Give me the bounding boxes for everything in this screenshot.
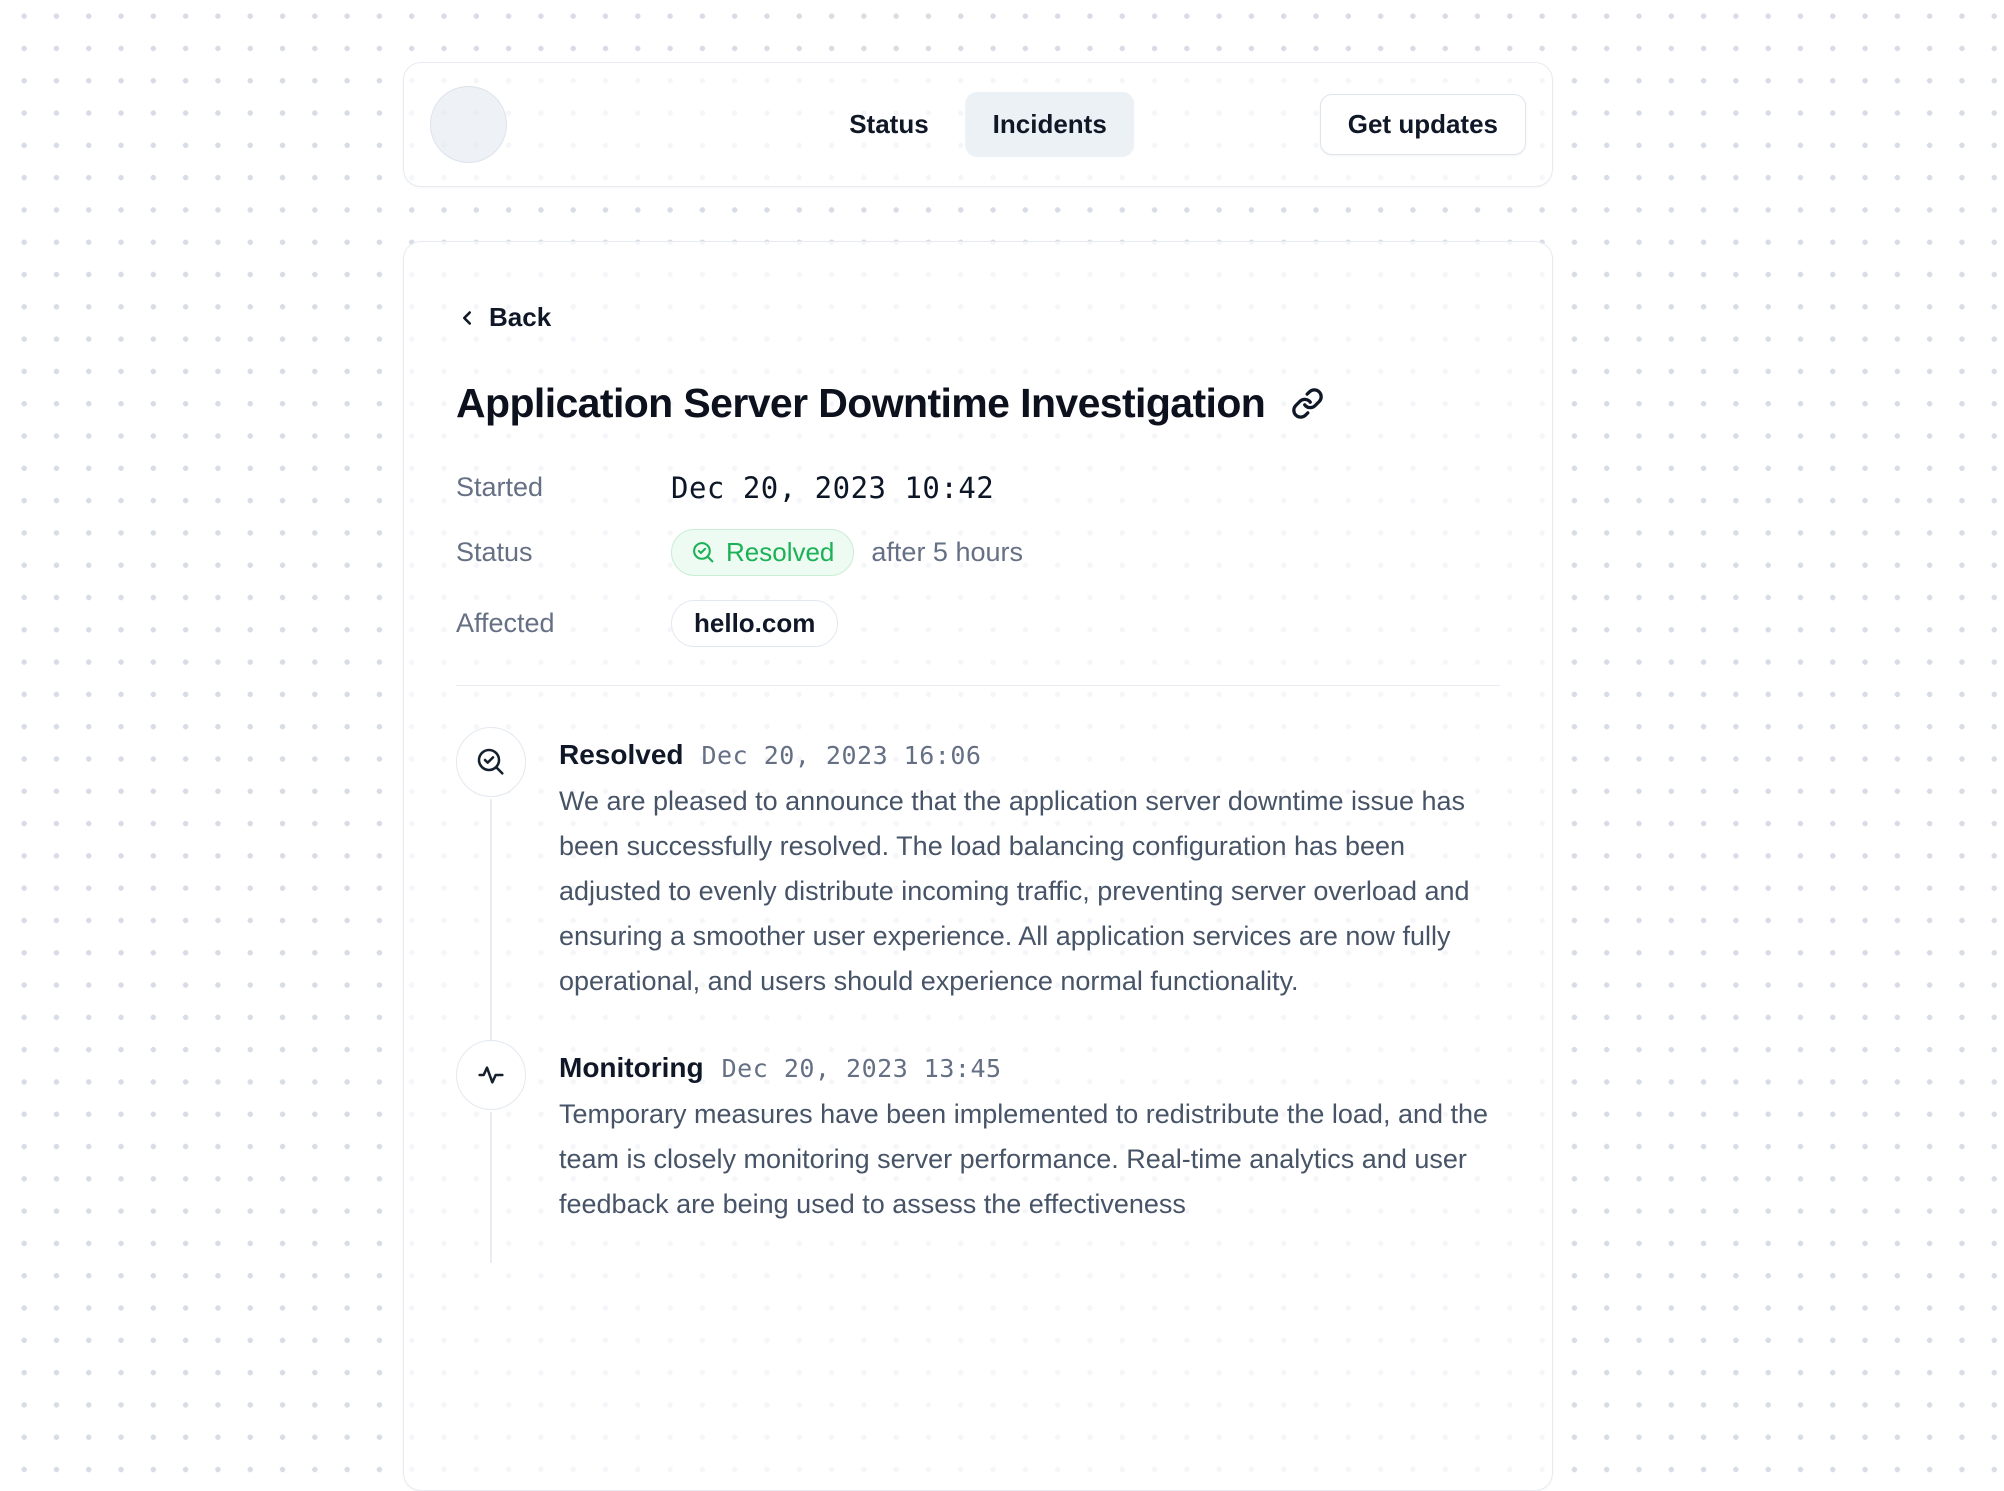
title-row: Application Server Downtime Investigatio… <box>456 380 1500 427</box>
back-label: Back <box>489 302 551 333</box>
update-body: Temporary measures have been implemented… <box>559 1092 1500 1227</box>
timeline-update-resolved: Resolved Dec 20, 2023 16:06 We are pleas… <box>456 727 1500 1040</box>
update-timestamp: Dec 20, 2023 16:06 <box>702 741 982 770</box>
tab-incidents[interactable]: Incidents <box>966 92 1134 157</box>
zoom-check-icon <box>691 540 716 565</box>
status-duration: after 5 hours <box>871 537 1023 568</box>
logo-avatar[interactable] <box>430 86 507 163</box>
update-timestamp: Dec 20, 2023 13:45 <box>722 1054 1002 1083</box>
update-status-heading: Resolved <box>559 739 684 771</box>
back-link[interactable]: Back <box>456 302 551 333</box>
started-label: Started <box>456 472 671 503</box>
incident-meta: Started Dec 20, 2023 10:42 Status Resolv… <box>456 471 1500 647</box>
started-value: Dec 20, 2023 10:42 <box>671 471 1500 505</box>
status-badge: Resolved <box>671 529 854 576</box>
chevron-left-icon <box>456 307 478 329</box>
zoom-check-icon <box>456 727 526 797</box>
affected-label: Affected <box>456 608 671 639</box>
update-status-heading: Monitoring <box>559 1052 704 1084</box>
status-label: Status <box>456 537 671 568</box>
permalink-icon[interactable] <box>1291 387 1324 420</box>
update-body: We are pleased to announce that the appl… <box>559 779 1500 1004</box>
status-page-header: Status Incidents Get updates <box>403 62 1553 187</box>
page-container: Status Incidents Get updates Back Applic… <box>403 62 1553 1491</box>
status-badge-label: Resolved <box>726 537 834 568</box>
get-updates-button[interactable]: Get updates <box>1320 94 1526 155</box>
meta-divider <box>456 685 1500 686</box>
incident-timeline: Resolved Dec 20, 2023 16:06 We are pleas… <box>456 727 1500 1263</box>
incident-title: Application Server Downtime Investigatio… <box>456 380 1265 427</box>
header-nav: Status Incidents <box>822 92 1134 157</box>
incident-detail-card: Back Application Server Downtime Investi… <box>403 241 1553 1491</box>
affected-component-chip: hello.com <box>671 600 838 647</box>
activity-icon <box>456 1040 526 1110</box>
timeline-update-monitoring: Monitoring Dec 20, 2023 13:45 Temporary … <box>456 1040 1500 1263</box>
tab-status[interactable]: Status <box>822 92 955 157</box>
